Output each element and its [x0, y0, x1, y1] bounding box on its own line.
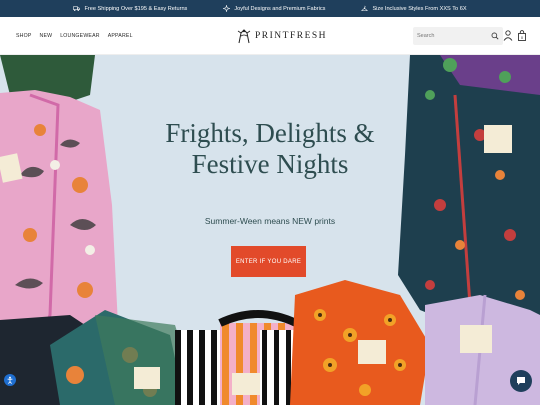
search-icon[interactable]	[491, 32, 499, 40]
hanger-icon	[361, 5, 369, 11]
chat-icon	[517, 377, 525, 385]
hero-headline: Frights, Delights & Festive Nights	[150, 118, 390, 180]
accessibility-icon	[7, 376, 13, 384]
sparkle-icon	[223, 5, 231, 12]
hero-subheadline: Summer-Ween means NEW prints	[204, 216, 336, 226]
search-input[interactable]	[417, 33, 487, 39]
main-nav: SHOP NEW LOUNGEWEAR APPAREL	[16, 17, 133, 55]
chat-button[interactable]	[510, 370, 532, 392]
hero-banner: Frights, Delights & Festive Nights Summe…	[0, 55, 540, 405]
cart-icon[interactable]: 0	[517, 30, 527, 41]
svg-text:0: 0	[521, 35, 524, 40]
announcement-text: Size Inclusive Styles From XXS To 6X	[372, 5, 467, 12]
accessibility-button[interactable]	[4, 374, 16, 386]
nav-item-new[interactable]: NEW	[40, 33, 53, 39]
truck-icon	[73, 6, 81, 11]
announcement-item-sizes: Size Inclusive Styles From XXS To 6X	[361, 5, 467, 12]
nav-item-apparel[interactable]: APPAREL	[108, 33, 133, 39]
announcement-item-shipping: Free Shipping Over $195 & Easy Returns	[73, 5, 187, 12]
announcement-text: Joyful Designs and Premium Fabrics	[234, 5, 326, 12]
nav-item-shop[interactable]: SHOP	[16, 33, 32, 39]
hero-headline-line1: Frights, Delights &	[165, 118, 375, 148]
search-box[interactable]	[413, 27, 503, 45]
account-icon[interactable]	[503, 30, 513, 41]
announcement-text: Free Shipping Over $195 & Easy Returns	[84, 5, 188, 12]
site-logo[interactable]: PRINTFRESH	[236, 25, 327, 47]
announcement-bar: Free Shipping Over $195 & Easy Returns J…	[0, 0, 540, 17]
logo-wordmark: PRINTFRESH	[255, 31, 328, 41]
hero-headline-line2: Festive Nights	[191, 149, 349, 179]
enter-cta-button[interactable]: ENTER IF YOU DARE	[231, 246, 306, 277]
logo-mark-icon	[237, 29, 251, 44]
announcement-item-designs: Joyful Designs and Premium Fabrics	[223, 5, 325, 12]
nav-item-loungewear[interactable]: LOUNGEWEAR	[60, 33, 99, 39]
hero-background-image	[0, 55, 540, 405]
site-header: SHOP NEW LOUNGEWEAR APPAREL PRINTFRESH 0	[0, 17, 540, 55]
